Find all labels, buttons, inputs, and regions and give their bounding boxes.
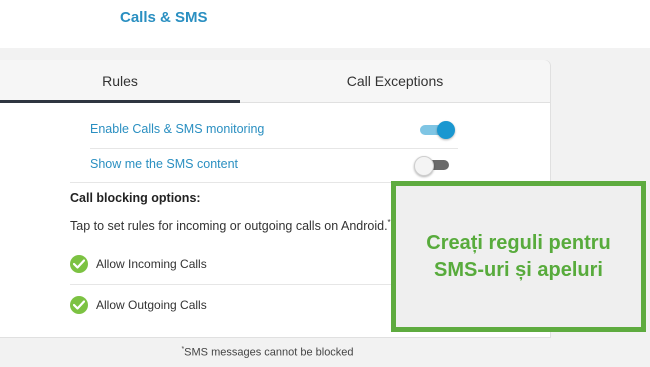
page-title: Calls & SMS — [120, 9, 208, 26]
allow-outgoing-label: Allow Outgoing Calls — [96, 298, 207, 312]
call-blocking-description: Tap to set rules for incoming or outgoin… — [70, 218, 391, 234]
sms-content-label: Show me the SMS content — [90, 157, 238, 171]
annotation-line-1: Creați reguli pentru — [426, 231, 611, 254]
page-header: Calls & SMS — [0, 0, 578, 49]
tab-rules[interactable]: Rules — [0, 60, 240, 103]
row-divider — [90, 148, 458, 149]
monitoring-label: Enable Calls & SMS monitoring — [90, 122, 265, 136]
call-blocking-title: Call blocking options: — [70, 191, 201, 205]
allow-incoming-checkbox[interactable] — [70, 255, 88, 273]
tab-call-exceptions[interactable]: Call Exceptions — [290, 60, 500, 102]
sms-content-toggle[interactable] — [414, 156, 449, 176]
toggle-knob — [437, 121, 455, 139]
tab-bar: Rules Call Exceptions — [0, 60, 550, 103]
checkmark-icon — [73, 300, 85, 310]
annotation-line-2: SMS-uri și apeluri — [434, 258, 603, 281]
allow-incoming-label: Allow Incoming Calls — [96, 257, 207, 271]
allow-outgoing-checkbox[interactable] — [70, 296, 88, 314]
toggle-knob — [414, 156, 434, 176]
sms-footnote: *SMS messages cannot be blocked — [181, 346, 354, 359]
annotation-callout: Creați reguli pentru SMS-uri și apeluri — [391, 181, 646, 332]
monitoring-toggle[interactable] — [420, 121, 455, 139]
checkmark-icon — [73, 259, 85, 269]
annotation-text: Creați reguli pentru SMS-uri și apeluri — [426, 230, 610, 284]
